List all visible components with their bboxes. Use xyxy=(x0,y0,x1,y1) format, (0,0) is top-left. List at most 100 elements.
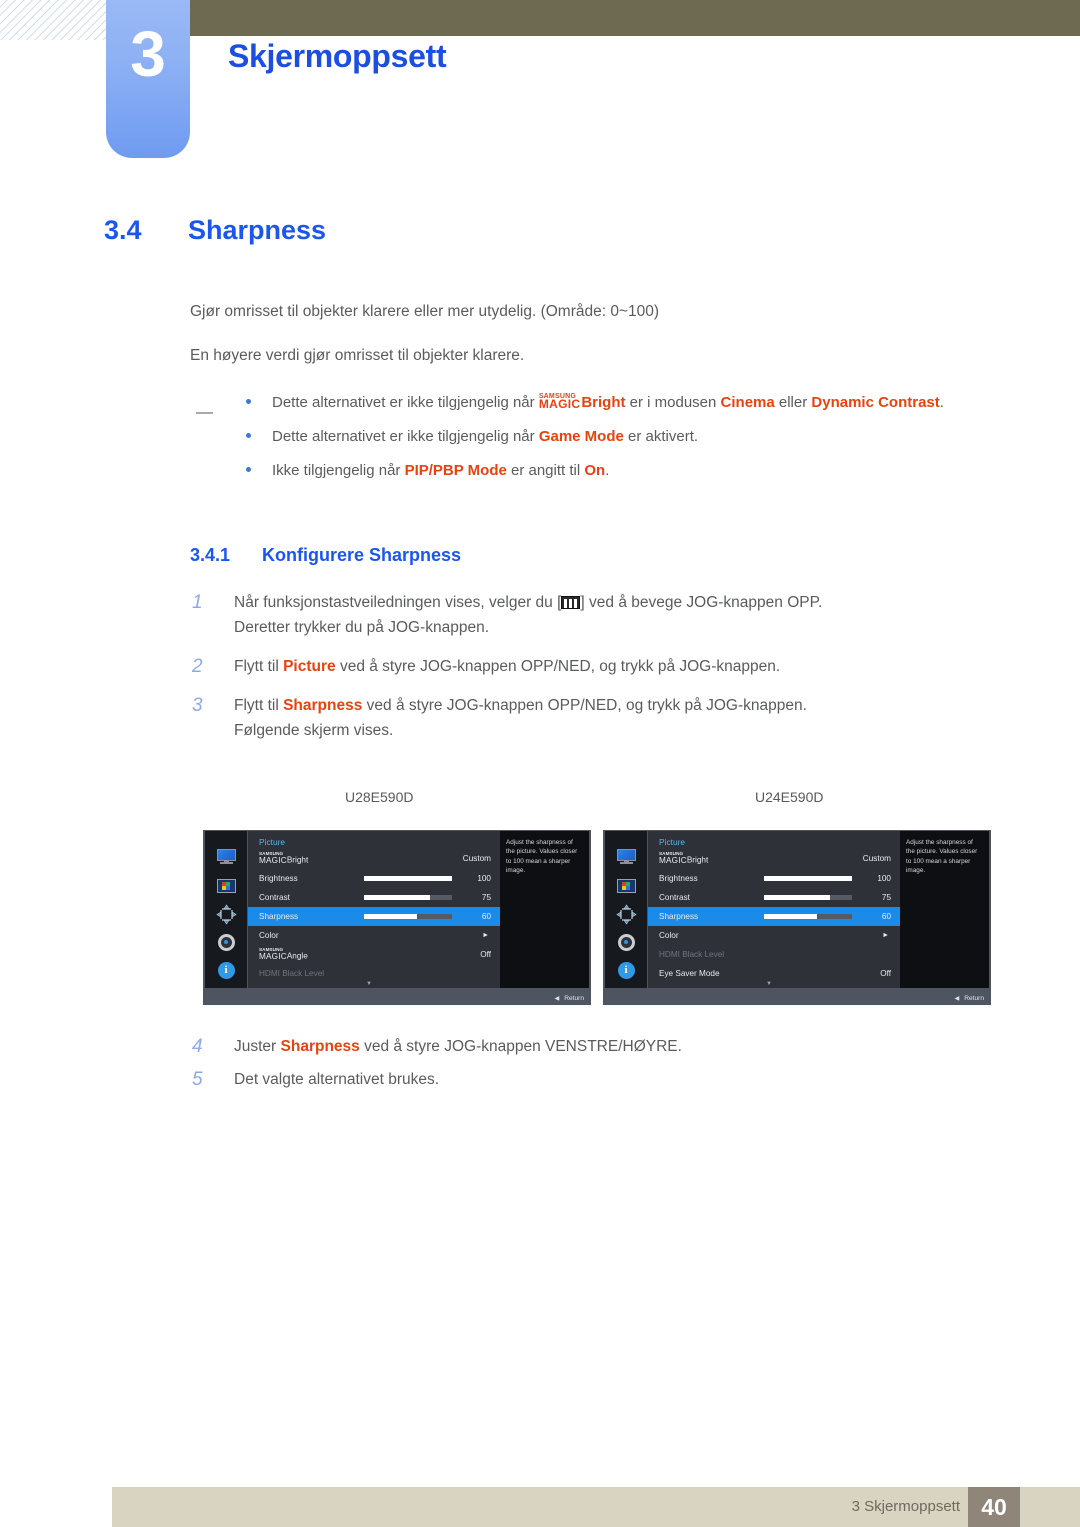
step-text-post: ved å styre JOG-knappen VENSTRE/HØYRE. xyxy=(359,1038,682,1055)
osd-row-label: HDMI Black Level xyxy=(659,950,725,959)
step-number: 5 xyxy=(192,1069,203,1091)
osd-row-label: Color xyxy=(259,931,279,940)
osd-row-value: 60 xyxy=(481,912,491,921)
section-title: Sharpness xyxy=(188,215,327,245)
chevron-down-icon[interactable]: ▼ xyxy=(766,981,772,987)
osd-system-gear-icon[interactable] xyxy=(605,929,647,955)
osd-row-label: Brightness xyxy=(259,874,298,883)
osd-row-color[interactable]: Color ► xyxy=(248,926,500,945)
step-text-pre: Flytt til xyxy=(234,697,284,715)
osd-magic-logo: SAMSUNG MAGIC xyxy=(259,948,287,961)
osd-return-label: Return xyxy=(564,995,584,1002)
osd-row-color[interactable]: Color ► xyxy=(648,926,900,945)
osd-slider-track[interactable] xyxy=(764,895,852,900)
osd-menu-title: Picture xyxy=(259,837,286,847)
osd-menu-title: Picture xyxy=(659,837,686,847)
step-continuation: Følgende skjerm vises. xyxy=(234,722,394,740)
osd-row-label: Sharpness xyxy=(659,912,699,921)
step-list-lower: 4 Juster Sharpness ved å styre JOG-knapp… xyxy=(192,1034,1012,1106)
osd-slider-track[interactable] xyxy=(764,914,852,919)
osd-magic-suffix: Bright xyxy=(686,855,709,865)
chevron-right-icon: ► xyxy=(482,932,489,939)
chapter-title: Skjermoppsett xyxy=(228,38,447,74)
osd-row-label: Brightness xyxy=(659,874,698,883)
chevron-down-icon[interactable]: ▼ xyxy=(366,981,372,987)
step-text-post: ] ved å bevege JOG-knappen OPP. xyxy=(580,594,823,611)
model-label-right: U24E590D xyxy=(755,789,824,805)
step-text-post: ved å styre JOG-knappen OPP/NED, og tryk… xyxy=(362,697,807,715)
note-item: Ikke tilgjengelig når PIP/PBP Mode er an… xyxy=(232,460,992,483)
osd-description-panel: Adjust the sharpness of the picture. Val… xyxy=(500,831,589,988)
note-text-prefix: Dette alternativet er ikke tilgjengelig … xyxy=(272,394,539,411)
subsection-number: 3.4.1 xyxy=(190,545,231,565)
subsection-title: Konfigurere Sharpness xyxy=(262,545,462,565)
osd-row-magicbright[interactable]: SAMSUNG MAGIC Bright Custom xyxy=(248,849,500,868)
step-item: 4 Juster Sharpness ved å styre JOG-knapp… xyxy=(192,1034,1012,1059)
osd-magic-bottom: MAGIC xyxy=(659,855,687,865)
step-list-upper: 1 Når funksjonstastveiledningen vises, v… xyxy=(192,590,1012,758)
note-highlight-1: Game Mode xyxy=(538,427,624,445)
osd-row-sharpness[interactable]: Sharpness 60 xyxy=(248,907,500,926)
osd-row-sharpness[interactable]: Sharpness 60 xyxy=(648,907,900,926)
osd-input-icon[interactable] xyxy=(605,843,647,869)
chapter-tab: 3 xyxy=(106,0,190,158)
step-text-pre: Når funksjonstastveiledningen vises, vel… xyxy=(234,594,562,611)
step-text-pre: Juster xyxy=(234,1038,281,1055)
osd-row-brightness[interactable]: Brightness 100 xyxy=(248,869,500,888)
osd-row-magicangle[interactable]: SAMSUNG MAGIC Angle Off xyxy=(248,945,500,964)
osd-row-value: 100 xyxy=(477,874,491,883)
osd-magic-bottom: MAGIC xyxy=(259,951,287,961)
osd-slider-track[interactable] xyxy=(364,895,452,900)
osd-slider-track[interactable] xyxy=(764,876,852,881)
osd-sidebar: i xyxy=(205,831,247,988)
osd-row-label: Contrast xyxy=(659,893,690,902)
note-item: Dette alternativet er ikke tilgjengelig … xyxy=(232,426,992,449)
osd-row-brightness[interactable]: Brightness 100 xyxy=(648,869,900,888)
osd-row-label: Color xyxy=(659,931,679,940)
osd-slider-track[interactable] xyxy=(364,876,452,881)
note-item: Dette alternativet er ikke tilgjengelig … xyxy=(232,392,992,415)
osd-row-label: Sharpness xyxy=(259,912,299,921)
osd-picture-icon[interactable] xyxy=(205,873,247,899)
osd-information-icon[interactable]: i xyxy=(605,957,647,983)
osd-row-magicbright[interactable]: SAMSUNG MAGIC Bright Custom xyxy=(648,849,900,868)
osd-row-value: 75 xyxy=(881,893,891,902)
osd-sidebar: i xyxy=(605,831,647,988)
osd-row-eye-saver-mode[interactable]: Eye Saver Mode Off xyxy=(648,964,900,983)
osd-row-value: 60 xyxy=(881,912,891,921)
osd-system-gear-icon[interactable] xyxy=(205,929,247,955)
header-bar xyxy=(190,0,1080,36)
note-highlight-1: PIP/PBP Mode xyxy=(404,461,507,479)
samsung-magic-logo: SAMSUNG MAGIC xyxy=(539,393,581,410)
bullet-icon xyxy=(246,432,251,438)
osd-row-label: HDMI Black Level xyxy=(259,969,325,978)
osd-return-button[interactable]: ◀ Return xyxy=(955,995,984,1002)
osd-row-contrast[interactable]: Contrast 75 xyxy=(648,888,900,907)
note-list: Dette alternativet er ikke tilgjengelig … xyxy=(232,392,992,494)
osd-picture-icon[interactable] xyxy=(605,873,647,899)
osd-slider-track[interactable] xyxy=(364,914,452,919)
osd-magic-bottom: MAGIC xyxy=(259,855,287,865)
step-item: 3 Flytt til Sharpness ved å styre JOG-kn… xyxy=(192,693,1012,743)
footer-page-number: 40 xyxy=(968,1487,1020,1527)
osd-screen-adjust-icon[interactable] xyxy=(605,901,647,927)
chevron-right-icon: ► xyxy=(882,932,889,939)
step-item: 2 Flytt til Picture ved å styre JOG-knap… xyxy=(192,654,1012,679)
osd-row-value: 75 xyxy=(481,893,491,902)
osd-return-button[interactable]: ◀ Return xyxy=(555,995,584,1002)
section-heading: 3.4 Sharpness xyxy=(104,215,326,246)
arrow-left-icon: ◀ xyxy=(554,996,560,1002)
step-item: 1 Når funksjonstastveiledningen vises, v… xyxy=(192,590,1012,640)
osd-row-contrast[interactable]: Contrast 75 xyxy=(248,888,500,907)
osd-information-icon[interactable]: i xyxy=(205,957,247,983)
osd-row-value: Off xyxy=(880,969,891,978)
note-text-mid2: eller xyxy=(774,394,812,411)
note-marker xyxy=(196,412,213,414)
osd-screen-adjust-icon[interactable] xyxy=(205,901,247,927)
osd-input-icon[interactable] xyxy=(205,843,247,869)
osd-row-value: Custom xyxy=(462,854,491,863)
note-highlight-2: On xyxy=(584,461,606,479)
osd-bottom-bar: ◀ Return xyxy=(203,988,591,1005)
osd-bottom-bar: ◀ Return xyxy=(603,988,991,1005)
note-text-suffix: . xyxy=(605,461,610,479)
